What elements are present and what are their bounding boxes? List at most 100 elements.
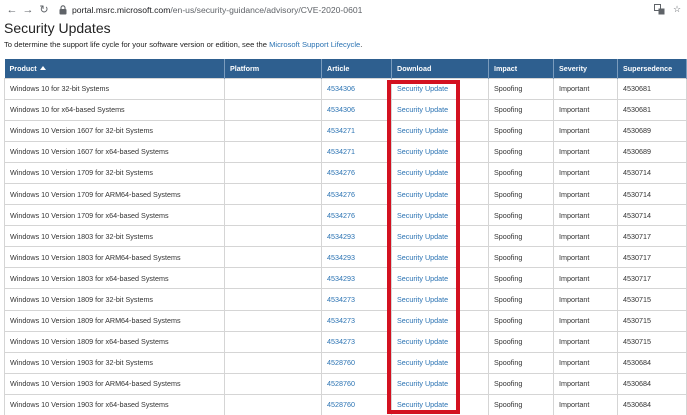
table-row: Windows 10 Version 1709 for 32-bit Syste…: [4, 161, 687, 184]
severity-cell: Important: [553, 351, 618, 374]
security-update-link[interactable]: Security Update: [391, 393, 489, 415]
security-update-link[interactable]: Security Update: [391, 267, 489, 290]
supersedence-cell: 4530684: [617, 351, 687, 374]
security-update-link[interactable]: Security Update: [391, 182, 489, 206]
table-row: Windows 10 Version 1809 for 32-bit Syste…: [4, 288, 687, 311]
product-cell: Windows 10 Version 1803 for 32-bit Syste…: [4, 225, 225, 248]
table-row: Windows 10 for 32-bit Systems 4534306 Secu…: [4, 77, 687, 100]
product-cell: Windows 10 for x64-based Systems: [4, 98, 225, 121]
security-update-link[interactable]: Security Update: [391, 288, 489, 311]
platform-cell: [224, 288, 322, 311]
product-cell: Windows 10 Version 1809 for x64-based Sy…: [4, 330, 225, 353]
article-link[interactable]: 4534276: [321, 182, 392, 206]
platform-cell: [224, 309, 322, 332]
article-link[interactable]: 4534273: [321, 288, 392, 311]
platform-cell: [224, 204, 322, 227]
impact-cell: Spoofing: [488, 119, 554, 142]
platform-cell: [224, 119, 322, 142]
article-link[interactable]: 4534293: [321, 267, 392, 290]
supersedence-cell: 4530681: [617, 98, 687, 121]
security-update-link[interactable]: Security Update: [391, 225, 489, 248]
article-link[interactable]: 4534293: [321, 225, 392, 248]
table-row: Windows 10 Version 1709 for ARM64-based …: [4, 182, 687, 206]
product-cell: Windows 10 Version 1903 for x64-based Sy…: [4, 393, 225, 415]
header-product[interactable]: Product: [4, 59, 225, 78]
platform-cell: [224, 140, 322, 163]
article-link[interactable]: 4534306: [321, 98, 392, 121]
url-path: /en-us/security-guidance/advisory/CVE-20…: [170, 4, 363, 15]
product-cell: Windows 10 Version 1809 for 32-bit Syste…: [4, 288, 225, 311]
table-row: Windows 10 Version 1607 for x64-based Sy…: [4, 140, 687, 163]
table-row: Windows 10 for x64-based Systems 4534306 S…: [4, 98, 687, 121]
supersedence-cell: 4530684: [617, 372, 687, 395]
severity-cell: Important: [553, 309, 618, 332]
severity-cell: Important: [553, 119, 618, 142]
lifecycle-note: To determine the support life cycle for …: [4, 40, 362, 49]
security-update-link[interactable]: Security Update: [391, 330, 489, 353]
security-update-link[interactable]: Security Update: [391, 351, 489, 374]
security-update-link[interactable]: Security Update: [391, 77, 489, 100]
table-header-row: Product Platform Article Download Impact…: [4, 59, 687, 78]
reload-icon[interactable]: ↻: [36, 0, 52, 19]
header-severity[interactable]: Severity: [553, 59, 618, 78]
platform-cell: [224, 98, 322, 121]
forward-arrow-icon[interactable]: →: [20, 0, 36, 19]
impact-cell: Spoofing: [488, 225, 554, 248]
severity-cell: Important: [553, 182, 618, 206]
address-bar[interactable]: portal.msrc.microsoft.com/en-us/security…: [72, 5, 362, 15]
article-link[interactable]: 4534273: [321, 330, 392, 353]
article-link[interactable]: 4534276: [321, 161, 392, 184]
supersedence-cell: 4530689: [617, 140, 687, 163]
article-link[interactable]: 4534306: [321, 77, 392, 100]
security-update-link[interactable]: Security Update: [391, 98, 489, 121]
security-update-link[interactable]: Security Update: [391, 309, 489, 332]
header-platform[interactable]: Platform: [224, 59, 322, 78]
security-update-link[interactable]: Security Update: [391, 119, 489, 142]
supersedence-cell: 4530715: [617, 288, 687, 311]
article-link[interactable]: 4534271: [321, 140, 392, 163]
article-link[interactable]: 4534293: [321, 246, 392, 269]
star-icon[interactable]: ☆: [671, 4, 683, 16]
supersedence-cell: 4530714: [617, 204, 687, 227]
back-arrow-icon[interactable]: ←: [4, 0, 20, 19]
lifecycle-text: To determine the support life cycle for …: [4, 40, 270, 49]
supersedence-cell: 4530681: [617, 77, 687, 100]
translate-icon[interactable]: [653, 4, 665, 16]
article-link[interactable]: 4528760: [321, 372, 392, 395]
product-cell: Windows 10 Version 1903 for 32-bit Syste…: [4, 351, 225, 374]
security-update-link[interactable]: Security Update: [391, 372, 489, 395]
severity-cell: Important: [553, 77, 618, 100]
header-article[interactable]: Article: [321, 59, 392, 78]
security-update-link[interactable]: Security Update: [391, 204, 489, 227]
support-lifecycle-link[interactable]: Microsoft Support Lifecycle: [269, 40, 360, 49]
browser-actions: ☆: [653, 0, 683, 19]
header-supersedence[interactable]: Supersedence: [617, 59, 687, 78]
platform-cell: [224, 77, 322, 100]
impact-cell: Spoofing: [488, 246, 554, 269]
platform-cell: [224, 161, 322, 184]
supersedence-cell: 4530717: [617, 225, 687, 248]
security-update-link[interactable]: Security Update: [391, 161, 489, 184]
header-impact[interactable]: Impact: [488, 59, 554, 78]
lifecycle-end: .: [360, 40, 363, 49]
article-link[interactable]: 4528760: [321, 351, 392, 374]
url-host: portal.msrc.microsoft.com: [72, 4, 171, 15]
impact-cell: Spoofing: [488, 351, 554, 374]
severity-cell: Important: [553, 393, 618, 415]
article-link[interactable]: 4534273: [321, 309, 392, 332]
table-row: Windows 10 Version 1903 for 32-bit Syste…: [4, 351, 687, 374]
article-link[interactable]: 4534276: [321, 204, 392, 227]
article-link[interactable]: 4534271: [321, 119, 392, 142]
platform-cell: [224, 351, 322, 374]
security-update-link[interactable]: Security Update: [391, 140, 489, 163]
table-row: Windows 10 Version 1903 for x64-based Sy…: [4, 393, 687, 415]
header-download[interactable]: Download: [391, 59, 489, 78]
table-row: Windows 10 Version 1803 for x64-based Sy…: [4, 267, 687, 290]
supersedence-cell: 4530715: [617, 309, 687, 332]
article-link[interactable]: 4528760: [321, 393, 392, 415]
table-row: Windows 10 Version 1803 for 32-bit Syste…: [4, 225, 687, 248]
product-cell: Windows 10 for 32-bit Systems: [4, 77, 225, 100]
impact-cell: Spoofing: [488, 98, 554, 121]
lock-icon[interactable]: [57, 0, 69, 19]
security-update-link[interactable]: Security Update: [391, 246, 489, 269]
